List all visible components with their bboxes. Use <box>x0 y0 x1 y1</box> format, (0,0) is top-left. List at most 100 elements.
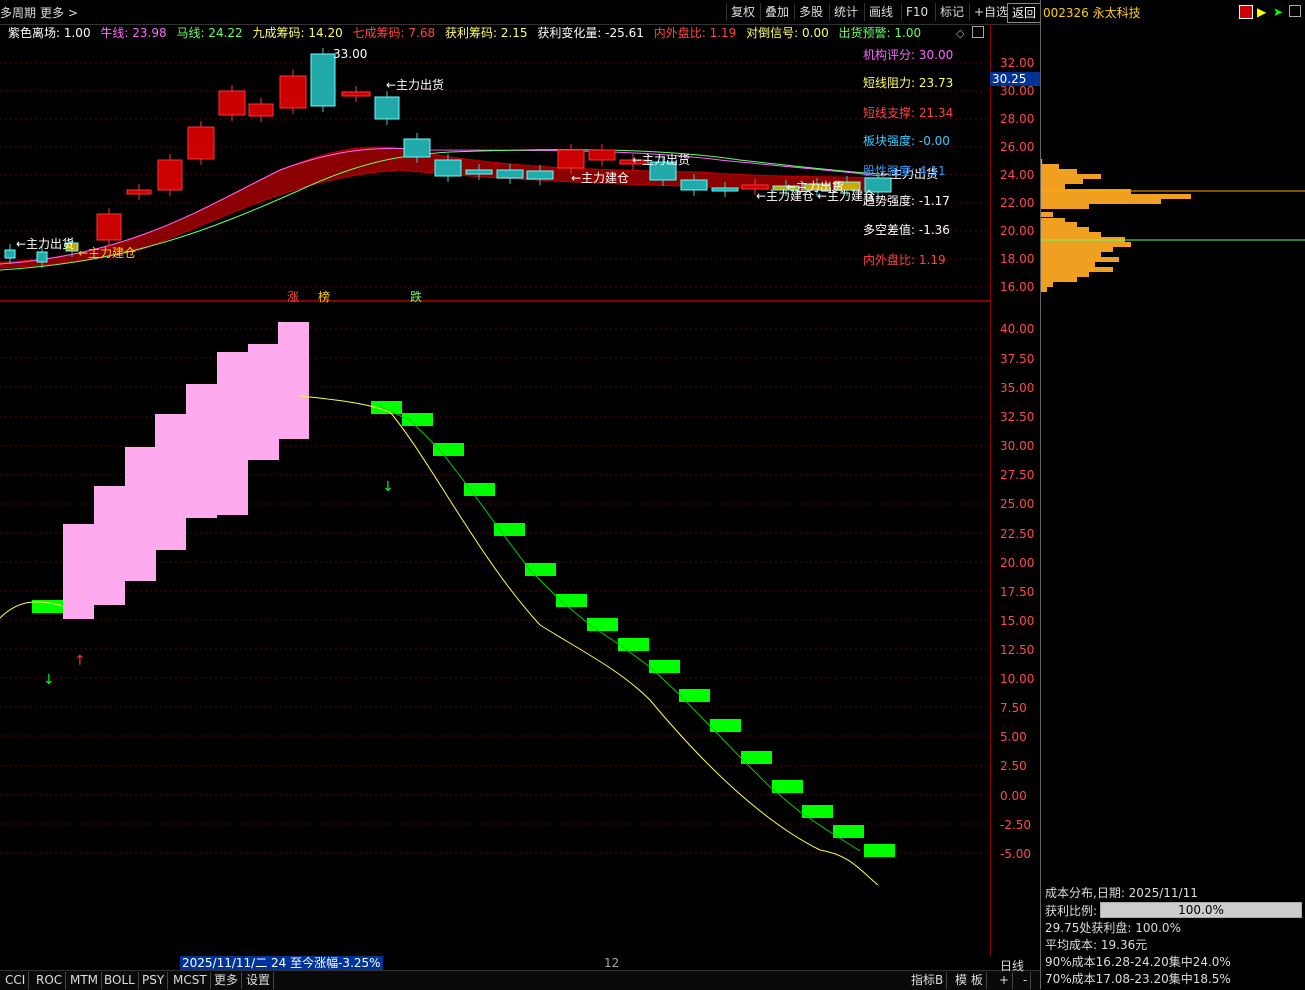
momentum-block-down <box>710 719 741 732</box>
stock-title: 002326 永太科技 <box>1043 6 1141 20</box>
candle-body <box>374 96 400 120</box>
cost-line-90: 90%成本16.28-24.20集中24.0% <box>1045 955 1231 969</box>
cost-bar <box>1041 287 1047 292</box>
cost-bar <box>1041 252 1101 257</box>
axis-tick: 5.00 <box>1000 730 1027 744</box>
axis-tick: 15.00 <box>1000 614 1035 628</box>
momentum-block-down <box>679 689 710 702</box>
sell-signal-label: ←主力出货 <box>632 153 691 167</box>
cost-bar <box>1041 159 1043 164</box>
momentum-block-down <box>494 523 525 536</box>
zoom-in-button[interactable]: + <box>996 972 1014 989</box>
axis-tick: 27.50 <box>1000 468 1035 482</box>
axis-tick: -2.50 <box>1000 818 1032 832</box>
stat-institution-score: 机构评分: 30.00 <box>863 48 954 62</box>
profit-ratio-label: 获利比例: <box>1045 904 1098 918</box>
candle-body <box>526 170 554 180</box>
axis-tick: 18.00 <box>1000 252 1035 266</box>
momentum-block-up <box>63 524 94 619</box>
window-icon[interactable] <box>1289 5 1301 17</box>
momentum-block-up <box>94 486 125 605</box>
cost-line-average: 平均成本: 19.36元 <box>1045 938 1148 952</box>
month-marker: 12 <box>604 956 620 970</box>
cost-bar <box>1041 267 1113 272</box>
cost-title: 成本分布,日期: 2025/11/11 <box>1045 886 1198 900</box>
axis-tick: 24.00 <box>1000 168 1035 182</box>
current-price-tag: 30.25 <box>990 72 1040 86</box>
rank-marker: 榜 <box>318 290 331 304</box>
axis-tick: 22.50 <box>1000 527 1035 541</box>
note-icon[interactable] <box>1239 5 1253 19</box>
axis-tick: 20.00 <box>1000 556 1035 570</box>
down-arrow-icon: ↓ <box>43 672 55 688</box>
up-arrow-icon: ↑ <box>74 653 86 669</box>
candle-body <box>218 90 246 116</box>
tab-roc[interactable]: ROC <box>33 972 67 989</box>
date-bar: 2025/11/11/二 24 至今涨幅-3.25% 12 <box>0 956 990 970</box>
cost-bar <box>1041 232 1101 237</box>
candle-body <box>279 75 307 109</box>
axis-tick: 37.50 <box>1000 352 1035 366</box>
axis-tick: 17.50 <box>1000 585 1035 599</box>
arrow-icon[interactable]: ➤ <box>1273 5 1287 19</box>
stat-stock-strength: 股性强度: 4.11 <box>863 164 946 178</box>
cost-bar <box>1041 174 1101 179</box>
momentum-block-down <box>402 413 433 426</box>
cost-bar <box>1041 184 1065 189</box>
tab-mcst[interactable]: MCST <box>170 972 211 989</box>
tab-more[interactable]: 更多 <box>211 972 243 989</box>
momentum-block-up <box>248 344 279 460</box>
axis-tick: 2.50 <box>1000 759 1027 773</box>
cost-bar <box>1041 257 1119 262</box>
momentum-block-up <box>125 447 156 581</box>
candle-body <box>157 159 183 191</box>
tab-mtm[interactable]: MTM <box>67 972 103 989</box>
stat-short-support: 短线支撑: 21.34 <box>863 106 954 120</box>
cost-bar <box>1041 262 1095 267</box>
tab-indicator-b[interactable]: 指标B <box>908 972 948 989</box>
drop-marker: 跌 <box>410 290 423 304</box>
momentum-block-down <box>772 780 803 793</box>
cost-histogram <box>1041 159 1305 292</box>
high-price-label: 33.00 <box>333 47 368 61</box>
axis-tick: 28.00 <box>1000 112 1035 126</box>
cost-bar <box>1041 272 1089 277</box>
zoom-out-button[interactable]: - <box>1020 972 1032 989</box>
candle-body <box>465 169 493 175</box>
momentum-block-down <box>464 483 495 496</box>
candle-body <box>248 103 274 117</box>
axis-tick: 26.00 <box>1000 140 1035 154</box>
candle-body <box>310 53 336 107</box>
axis-tick: 7.50 <box>1000 701 1027 715</box>
candle-body <box>557 149 585 169</box>
candle-body <box>96 213 122 241</box>
tab-boll[interactable]: BOLL <box>101 972 139 989</box>
stat-sector-strength: 板块强度: -0.00 <box>863 134 950 148</box>
momentum-block-up <box>186 384 217 518</box>
tab-cci[interactable]: CCI <box>2 972 30 989</box>
flag-icon[interactable]: ▶ <box>1257 5 1271 19</box>
axis-tick: 35.00 <box>1000 381 1035 395</box>
candle-body <box>496 169 524 179</box>
tab-settings[interactable]: 设置 <box>243 972 275 989</box>
axis-tick: 22.00 <box>1000 196 1035 210</box>
indicator-tabs: CCI ROC MTM BOLL PSY MCST 更多 设置 指标B 模 板 … <box>0 970 1040 990</box>
sell-signal-label: ←主力出货 <box>386 78 445 92</box>
cost-bar <box>1041 169 1077 174</box>
cost-bar <box>1041 194 1191 199</box>
tab-psy[interactable]: PSY <box>139 972 169 989</box>
build-signal-label: ←主力建仓 <box>571 171 630 185</box>
momentum-block-up <box>155 414 186 550</box>
axis-tick: 30.00 <box>1000 84 1035 98</box>
candle-body <box>711 187 739 192</box>
cost-bar <box>1041 277 1077 282</box>
candle-body <box>403 138 431 158</box>
cost-bar <box>1041 282 1053 287</box>
tab-template[interactable]: 模 板 <box>952 972 987 989</box>
period-label[interactable]: 日线 <box>1000 957 1024 974</box>
limit-up-marker: 涨 <box>287 290 300 304</box>
momentum-block-down <box>587 618 618 631</box>
cost-bar <box>1041 179 1083 184</box>
momentum-block-down <box>618 638 649 651</box>
cost-bar <box>1041 164 1059 169</box>
